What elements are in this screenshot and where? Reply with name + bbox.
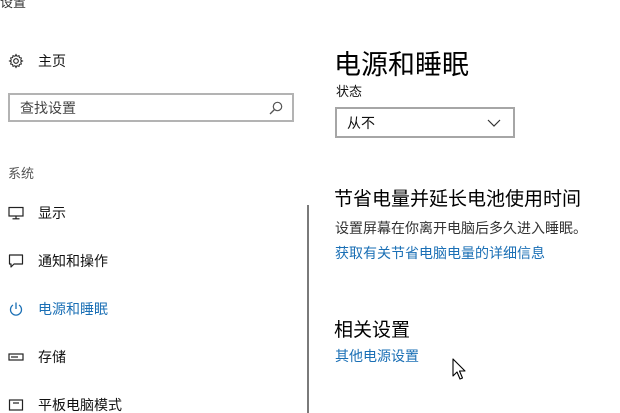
storage-icon xyxy=(6,347,26,367)
other-power-settings-link[interactable]: 其他电源设置 xyxy=(335,346,419,366)
sidebar-scrollbar[interactable] xyxy=(307,205,309,413)
tablet-mode-icon xyxy=(6,395,26,413)
related-settings-heading: 相关设置 xyxy=(334,319,411,341)
window-title: 设置 xyxy=(0,0,27,11)
sidebar-item-label: 存储 xyxy=(38,350,66,366)
search-input[interactable]: 查找设置 xyxy=(8,93,294,122)
sidebar-item-label: 显示 xyxy=(38,206,66,222)
sidebar-item-label: 平板电脑模式 xyxy=(38,398,122,413)
status-dropdown-value: 从不 xyxy=(347,115,375,132)
monitor-icon xyxy=(6,203,26,223)
sidebar-item-storage[interactable]: 存储 xyxy=(0,344,300,370)
chevron-down-icon xyxy=(487,119,501,127)
sidebar-item-display[interactable]: 显示 xyxy=(0,200,300,226)
sidebar-section-label: 系统 xyxy=(8,167,35,182)
minimize-button[interactable]: — xyxy=(602,0,615,7)
mouse-cursor-icon xyxy=(452,358,466,380)
sidebar-item-notifications[interactable]: 通知和操作 xyxy=(0,248,300,274)
search-placeholder: 查找设置 xyxy=(20,100,76,117)
status-label: 状态 xyxy=(336,85,363,100)
sidebar-item-label: 通知和操作 xyxy=(38,254,108,270)
sidebar-home-label: 主页 xyxy=(38,54,66,70)
sidebar-item-tablet-mode[interactable]: 平板电脑模式 xyxy=(0,392,300,413)
sidebar-item-power-sleep[interactable]: 电源和睡眠 xyxy=(0,296,300,322)
power-saving-info-link[interactable]: 获取有关节省电脑电量的详细信息 xyxy=(335,243,545,263)
status-dropdown[interactable]: 从不 xyxy=(335,107,515,138)
sidebar-item-label: 电源和睡眠 xyxy=(38,302,108,318)
page-title: 电源和睡眠 xyxy=(334,50,469,81)
notification-icon xyxy=(6,251,26,271)
search-icon[interactable] xyxy=(268,100,284,116)
power-icon xyxy=(6,299,26,319)
sidebar-home[interactable]: 主页 xyxy=(8,50,66,72)
battery-section-heading: 节省电量并延长电池使用时间 xyxy=(334,188,582,210)
gear-icon xyxy=(8,53,24,69)
battery-section-description: 设置屏幕在你离开电脑后多久进入睡眠。 xyxy=(335,221,587,237)
